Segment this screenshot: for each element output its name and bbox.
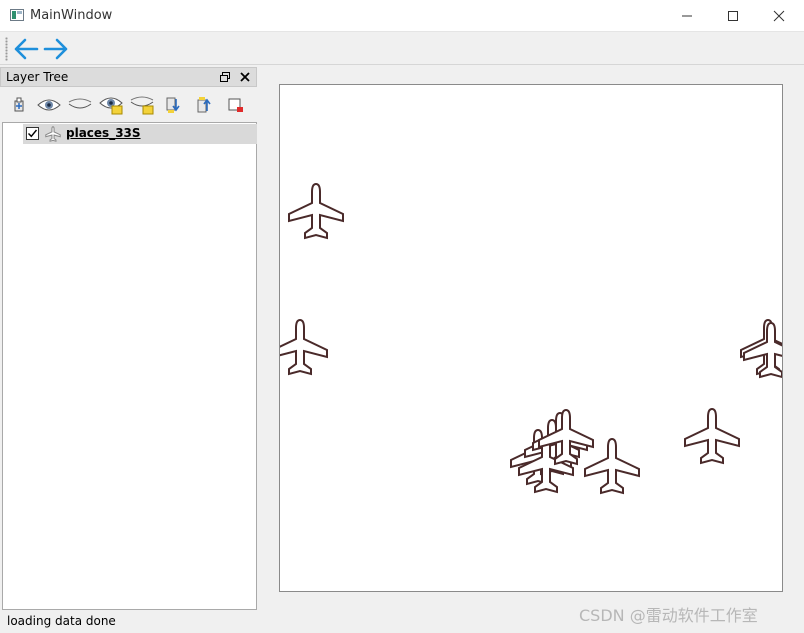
maximize-button[interactable] [710, 0, 756, 32]
arrow-right-icon [43, 38, 68, 60]
map-feature-airplane-icon[interactable] [279, 317, 330, 377]
map-feature-airplane-icon[interactable] [536, 407, 596, 467]
float-window-icon[interactable] [219, 71, 231, 83]
checkmark-icon [28, 129, 38, 138]
show-selected-icon [99, 97, 123, 115]
layer-name: places_33S [66, 126, 141, 140]
maximize-icon [728, 11, 738, 21]
map-feature-airplane-icon[interactable] [682, 406, 742, 466]
watermark: CSDN @雷动软件工作室 [579, 606, 758, 625]
back-button[interactable] [12, 36, 40, 62]
show-selected-button[interactable] [98, 94, 124, 116]
move-down-icon [166, 97, 180, 113]
layer-row[interactable]: places_33S [23, 124, 257, 144]
remove-layer-icon [228, 98, 243, 112]
map-feature-airplane-icon[interactable] [286, 181, 346, 241]
move-up-icon [197, 97, 211, 113]
layer-tree-dock-title: Layer Tree [0, 67, 257, 87]
airplane-icon [45, 126, 61, 142]
move-up-button[interactable] [191, 94, 217, 116]
hide-selected-icon [130, 96, 154, 115]
title-bar: MainWindow [0, 0, 804, 32]
add-group-icon [14, 97, 24, 112]
layer-tree-toolbar [0, 89, 257, 121]
main-toolbar [0, 33, 804, 65]
hide-all-button[interactable] [67, 94, 93, 116]
status-text: loading data done [7, 614, 116, 628]
hide-selected-button[interactable] [129, 94, 155, 116]
minimize-icon [682, 15, 692, 17]
dock-title-label: Layer Tree [6, 70, 69, 84]
app-icon [10, 9, 24, 21]
map-canvas[interactable] [279, 84, 783, 592]
close-button[interactable] [756, 0, 802, 32]
hide-all-icon [68, 98, 92, 109]
window-title: MainWindow [30, 8, 113, 23]
add-group-button[interactable] [6, 94, 32, 116]
map-feature-airplane-icon[interactable] [741, 320, 783, 380]
move-down-button[interactable] [160, 94, 186, 116]
minimize-button[interactable] [664, 0, 710, 32]
layer-tree[interactable]: places_33S [2, 122, 257, 610]
remove-layer-button[interactable] [222, 94, 248, 116]
layer-visibility-checkbox[interactable] [26, 127, 39, 140]
dock-close-icon[interactable] [239, 71, 251, 83]
show-all-icon [37, 99, 61, 111]
toolbar-grip[interactable] [5, 37, 8, 61]
arrow-left-icon [14, 38, 39, 60]
forward-button[interactable] [42, 36, 70, 62]
close-icon [773, 10, 785, 22]
show-all-button[interactable] [36, 94, 62, 116]
